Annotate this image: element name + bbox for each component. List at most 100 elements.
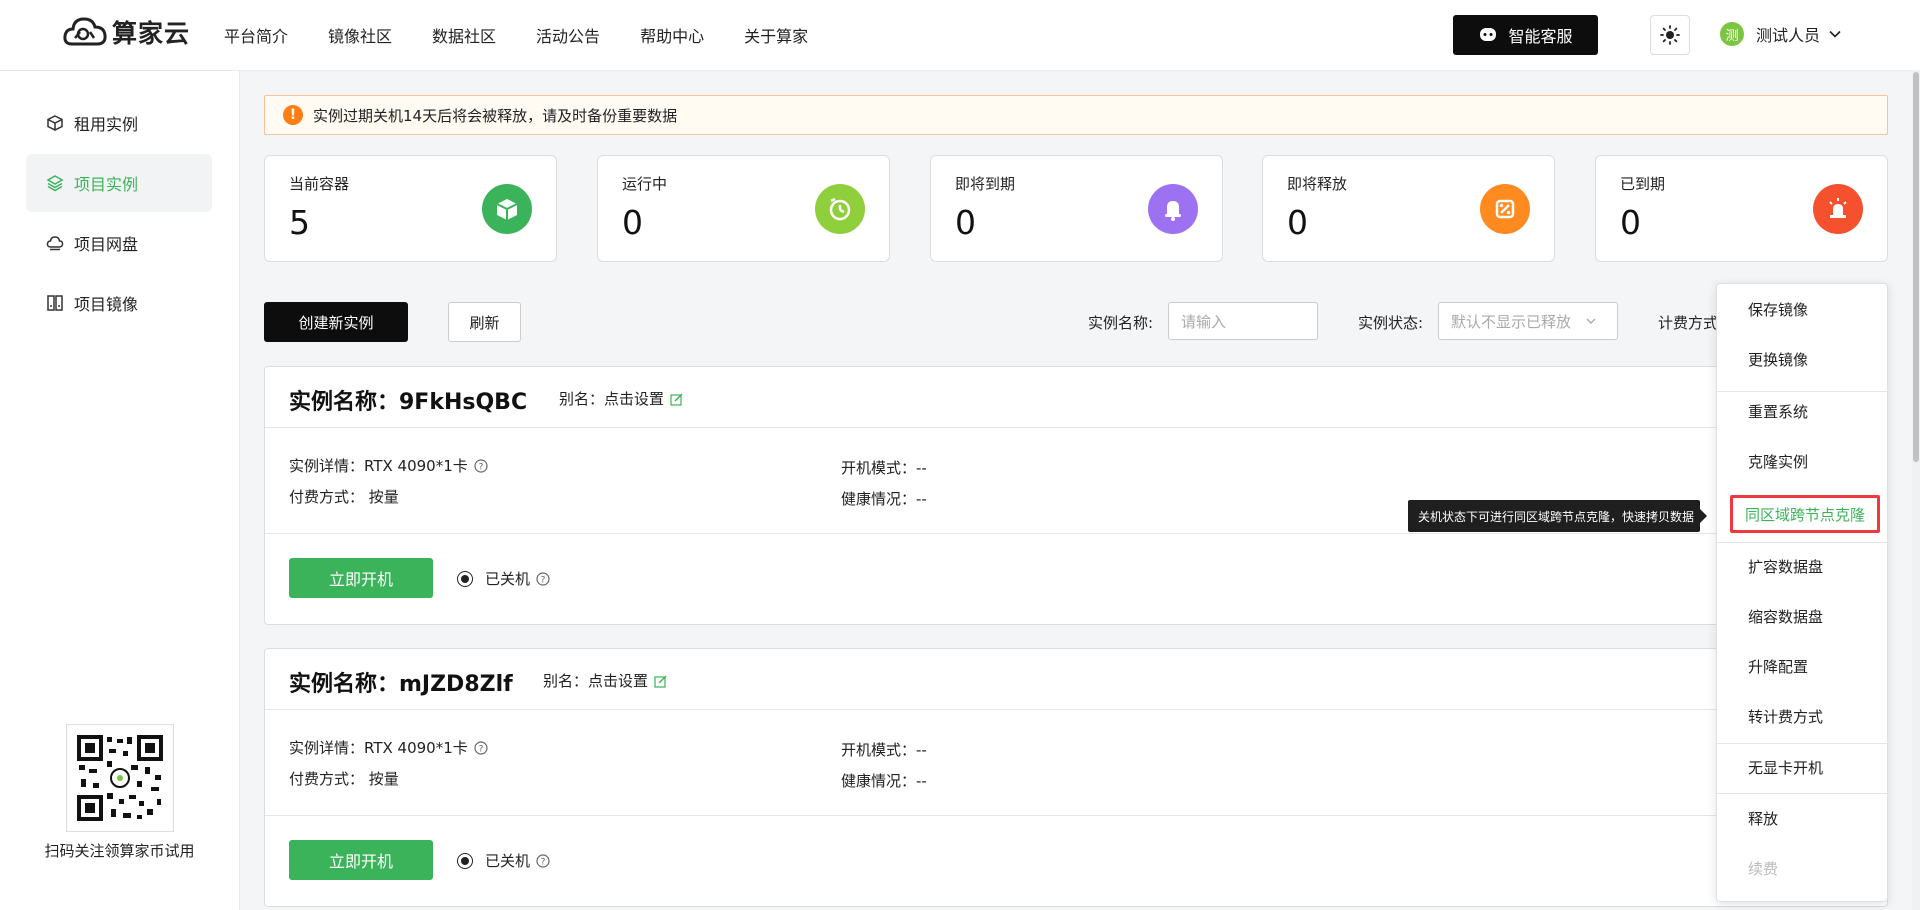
- power-status-text: 已关机: [485, 570, 531, 588]
- edit-icon: [654, 675, 667, 688]
- sidebar-item-project-image[interactable]: 项目镜像: [26, 274, 212, 332]
- stat-label: 已到期: [1620, 175, 1666, 193]
- qr-caption: 扫码关注领算家币试用: [44, 842, 195, 860]
- release-icon: [1480, 184, 1530, 234]
- stat-card-expired: 已到期 0: [1595, 155, 1888, 262]
- avatar: 测: [1720, 22, 1744, 46]
- sidebar-item-label: 租用实例: [74, 115, 139, 134]
- stat-value: 5: [289, 203, 310, 242]
- stat-label: 即将到期: [955, 175, 1016, 193]
- status-dot-icon: [457, 852, 473, 869]
- stat-label: 即将释放: [1287, 175, 1348, 193]
- menu-item-save-image[interactable]: 保存镜像: [1717, 284, 1887, 334]
- menu-item-cross-node-clone[interactable]: 同区域跨节点克隆: [1730, 495, 1880, 533]
- sidebar-item-label: 项目网盘: [74, 235, 139, 254]
- alias-setting[interactable]: 别名：点击设置: [543, 670, 668, 691]
- nav-help-center[interactable]: 帮助中心: [640, 23, 704, 47]
- stat-label: 运行中: [622, 175, 668, 193]
- instance-actions-menu: 保存镜像 更换镜像 重置系统 克隆实例 同区域跨节点克隆 扩容数据盘 缩容数据盘…: [1716, 283, 1888, 902]
- warning-icon: !: [283, 105, 303, 125]
- sidebar-item-label: 项目镜像: [74, 295, 139, 314]
- instance-name-label: 实例名称:: [1088, 314, 1154, 332]
- instance-name-input[interactable]: 请输入: [1168, 302, 1318, 340]
- start-now-button[interactable]: 立即开机: [289, 558, 433, 598]
- instance-status-select[interactable]: 默认不显示已释放: [1438, 302, 1618, 340]
- user-menu[interactable]: 测 测试人员: [1720, 22, 1842, 46]
- stat-label: 当前容器: [289, 175, 350, 193]
- cross-node-clone-tooltip: 关机状态下可进行同区域跨节点克隆，快速拷贝数据: [1408, 500, 1707, 532]
- help-circle-icon[interactable]: ?: [536, 571, 550, 586]
- scrollbar-thumb[interactable]: [1913, 72, 1919, 462]
- menu-item-gpu-free-boot[interactable]: 无显卡开机: [1717, 742, 1887, 792]
- menu-item-expand-disk[interactable]: 扩容数据盘: [1717, 541, 1887, 591]
- alias-label: 别名：点击设置: [543, 672, 649, 690]
- alias-setting[interactable]: 别名：点击设置: [559, 388, 684, 409]
- sidebar-item-rent-instance[interactable]: 租用实例: [26, 94, 212, 152]
- instance-detail-text: 实例详情：RTX 4090*1卡: [289, 739, 468, 757]
- stat-value: 0: [955, 203, 976, 242]
- menu-item-clone-instance[interactable]: 克隆实例: [1717, 436, 1887, 486]
- menu-item-reset-system[interactable]: 重置系统: [1717, 386, 1887, 436]
- customer-service-label: 智能客服: [1508, 27, 1573, 46]
- stat-card-releasing-soon: 即将释放 0: [1262, 155, 1555, 262]
- svg-text:?: ?: [478, 462, 483, 472]
- layers-icon: [46, 175, 64, 192]
- health-status: 健康情况：--: [841, 490, 927, 508]
- bell-icon: [1148, 184, 1198, 234]
- power-status: 已关机 ?: [457, 850, 550, 871]
- boot-mode: 开机模式：--: [841, 459, 927, 477]
- theme-toggle-button[interactable]: [1650, 15, 1690, 55]
- menu-item-change-config[interactable]: 升降配置: [1717, 641, 1887, 691]
- billing-method: 付费方式： 按量: [289, 770, 399, 788]
- instance-detail-text: 实例详情：RTX 4090*1卡: [289, 457, 468, 475]
- container-icon: [482, 184, 532, 234]
- billing-filter-label: 计费方式: [1658, 314, 1719, 332]
- instance-detail: 实例详情：RTX 4090*1卡 ?: [289, 737, 488, 758]
- notice-text: 实例过期关机14天后将会被释放，请及时备份重要数据: [313, 106, 678, 125]
- help-circle-icon[interactable]: ?: [474, 740, 488, 755]
- stat-card-expiring-soon: 即将到期 0: [930, 155, 1223, 262]
- create-instance-button[interactable]: 创建新实例: [264, 302, 408, 342]
- help-circle-icon[interactable]: ?: [474, 458, 488, 473]
- status-dot-icon: [457, 570, 473, 587]
- nav-about[interactable]: 关于算家: [744, 23, 808, 47]
- help-circle-icon[interactable]: ?: [536, 853, 550, 868]
- instance-name-placeholder: 请输入: [1181, 312, 1227, 331]
- instance-card-footer: 立即开机 已关机 ?: [265, 533, 1887, 598]
- edit-icon: [670, 393, 683, 406]
- qr-code: [66, 724, 174, 832]
- customer-service-button[interactable]: 智能客服: [1453, 15, 1598, 55]
- instance-card-header: 实例名称：9FkHsQBC 别名：点击设置: [265, 367, 1887, 428]
- user-name: 测试人员: [1756, 26, 1821, 45]
- refresh-button[interactable]: 刷新: [448, 302, 521, 342]
- menu-item-change-billing[interactable]: 转计费方式: [1717, 691, 1887, 741]
- start-now-button[interactable]: 立即开机: [289, 840, 433, 880]
- instance-title: 实例名称：9FkHsQBC: [289, 390, 528, 415]
- nav-platform-intro[interactable]: 平台简介: [224, 23, 288, 47]
- alias-label: 别名：点击设置: [559, 390, 665, 408]
- stat-value: 0: [1287, 203, 1308, 242]
- instance-card: 实例名称：mJZD8Zlf 别名：点击设置 实例详情：RTX 4090*1卡 ?…: [264, 648, 1888, 907]
- svg-text:?: ?: [541, 575, 546, 585]
- sidebar-item-project-instance[interactable]: 项目实例: [26, 154, 212, 212]
- logo[interactable]: 算家云: [62, 14, 190, 50]
- power-status: 已关机 ?: [457, 568, 550, 589]
- menu-item-release[interactable]: 释放: [1717, 793, 1887, 843]
- running-icon: [815, 184, 865, 234]
- cube-icon: [47, 115, 63, 131]
- sidebar-item-project-disk[interactable]: 项目网盘: [26, 214, 212, 272]
- instance-status-value: 默认不显示已释放: [1451, 312, 1572, 331]
- expiry-notice: ! 实例过期关机14天后将会被释放，请及时备份重要数据: [264, 95, 1888, 135]
- instance-status-label: 实例状态:: [1358, 314, 1424, 332]
- stat-value: 0: [1620, 203, 1641, 242]
- menu-item-shrink-disk[interactable]: 缩容数据盘: [1717, 591, 1887, 641]
- stat-card-current-containers: 当前容器 5: [264, 155, 557, 262]
- sun-icon: [1660, 25, 1680, 45]
- nav-announcements[interactable]: 活动公告: [536, 23, 600, 47]
- menu-item-change-image[interactable]: 更换镜像: [1717, 334, 1887, 384]
- logo-text: 算家云: [112, 19, 191, 48]
- nav-image-community[interactable]: 镜像社区: [328, 23, 392, 47]
- billing-method: 付费方式： 按量: [289, 488, 399, 506]
- nav-data-community[interactable]: 数据社区: [432, 23, 496, 47]
- cloud-disk-icon: [46, 236, 64, 251]
